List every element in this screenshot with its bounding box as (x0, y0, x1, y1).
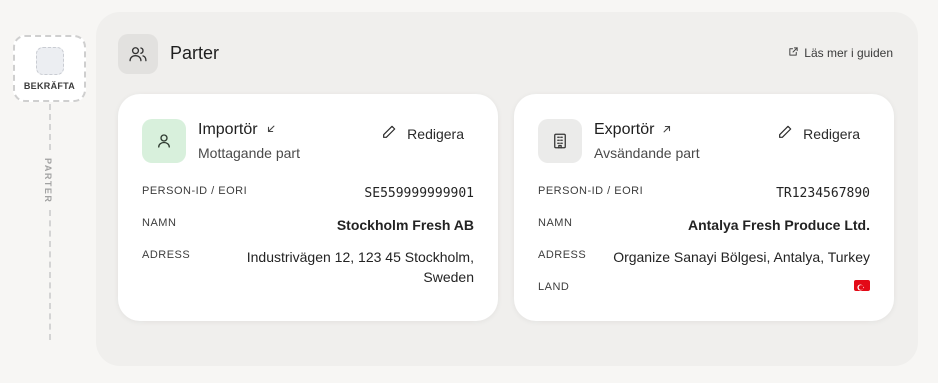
exporter-edit-button[interactable]: Redigera (777, 124, 860, 143)
importer-edit-label: Redigera (407, 125, 464, 142)
exporter-edit-label: Redigera (803, 125, 860, 142)
exporter-subtitle: Avsändande part (594, 145, 700, 161)
importer-id-label: PERSON-ID / EORI (142, 185, 248, 197)
exporter-title: Exportör (594, 121, 655, 138)
exporter-name-label: NAMN (538, 217, 573, 229)
arrow-down-left-icon (266, 121, 276, 139)
importer-edit-button[interactable]: Redigera (381, 124, 464, 143)
importer-address-line-1: Industrivägen 12, 123 45 Stockholm, (246, 249, 474, 265)
exporter-id-label: PERSON-ID / EORI (538, 185, 644, 197)
users-icon (118, 34, 158, 74)
exporter-name-value: Antalya Fresh Produce Ltd. (687, 217, 870, 233)
importer-name-value: Stockholm Fresh AB (336, 217, 474, 233)
importer-id-value: SE559999999901 (364, 186, 474, 201)
importer-address-line-2: Sweden (423, 269, 474, 285)
guide-link[interactable]: Läs mer i guiden (788, 46, 893, 60)
importer-title-row: Importör (198, 121, 276, 139)
rail-connector (49, 210, 51, 340)
person-icon (142, 119, 186, 163)
importer-address-label: ADRESS (142, 249, 191, 261)
importer-card: Importör Mottagande part Redigera PERSON… (118, 94, 498, 321)
importer-title: Importör (198, 121, 258, 138)
pencil-icon (381, 124, 397, 143)
exporter-address-label: ADRESS (538, 249, 587, 261)
rail-connector (49, 104, 51, 150)
arrow-up-right-icon (662, 121, 672, 139)
step-confirm-label: BEKRÄFTA (23, 81, 76, 91)
pencil-icon (777, 124, 793, 143)
parties-panel: Parter Läs mer i guiden Importör Mottaga… (96, 12, 918, 366)
guide-link-label: Läs mer i guiden (804, 46, 893, 60)
building-icon (538, 119, 582, 163)
exporter-card: Exportör Avsändande part Redigera PERSON… (514, 94, 894, 321)
exporter-title-row: Exportör (594, 121, 672, 139)
exporter-country-label: LAND (538, 281, 570, 293)
page-title: Parter (170, 43, 220, 63)
exporter-address-value: Organize Sanayi Bölgesi, Antalya, Turkey (613, 249, 870, 265)
exporter-id-value: TR1234567890 (776, 186, 870, 201)
step-placeholder-icon (35, 47, 64, 75)
importer-subtitle: Mottagande part (198, 145, 300, 161)
importer-name-label: NAMN (142, 217, 177, 229)
step-confirm[interactable]: BEKRÄFTA (13, 35, 86, 102)
external-link-icon (788, 46, 799, 60)
turkey-flag-icon (854, 280, 870, 291)
rail-section-label: PARTER (43, 158, 53, 204)
